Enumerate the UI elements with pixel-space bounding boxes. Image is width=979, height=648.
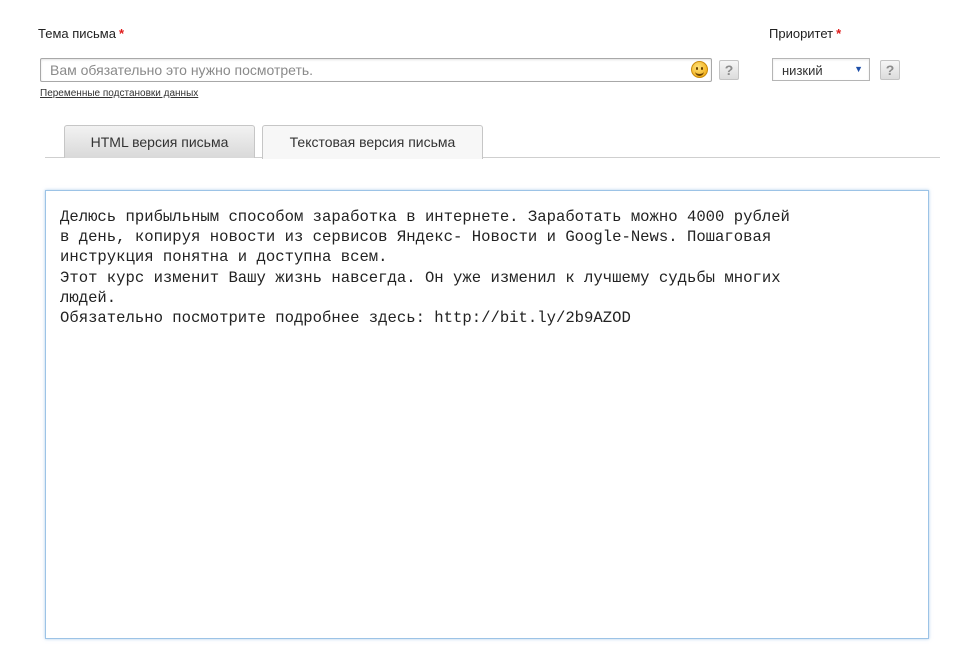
subject-field[interactable] [40,58,712,82]
priority-selected-value: низкий [782,63,823,78]
priority-select[interactable]: низкий ▼ [772,58,870,81]
subject-help-button[interactable]: ? [719,60,739,80]
priority-label-text: Приоритет [769,26,834,41]
subject-label-text: Тема письма [38,26,116,41]
subject-input[interactable] [50,61,680,79]
priority-label: Приоритет * [769,26,841,41]
message-body-textarea[interactable]: Делюсь прибыльным способом заработка в и… [60,207,910,627]
dropdown-arrow-icon: ▼ [854,64,863,74]
priority-help-button[interactable]: ? [880,60,900,80]
message-body-editor[interactable]: Делюсь прибыльным способом заработка в и… [45,190,929,639]
tab-text-version[interactable]: Текстовая версия письма [262,125,483,159]
variables-link[interactable]: Переменные подстановки данных [40,88,198,99]
subject-label: Тема письма * [38,26,124,41]
subject-required-mark: * [118,26,125,41]
tab-html-version[interactable]: HTML версия письма [64,125,255,158]
smiley-face-icon[interactable] [691,61,708,78]
priority-required-mark: * [836,26,842,41]
